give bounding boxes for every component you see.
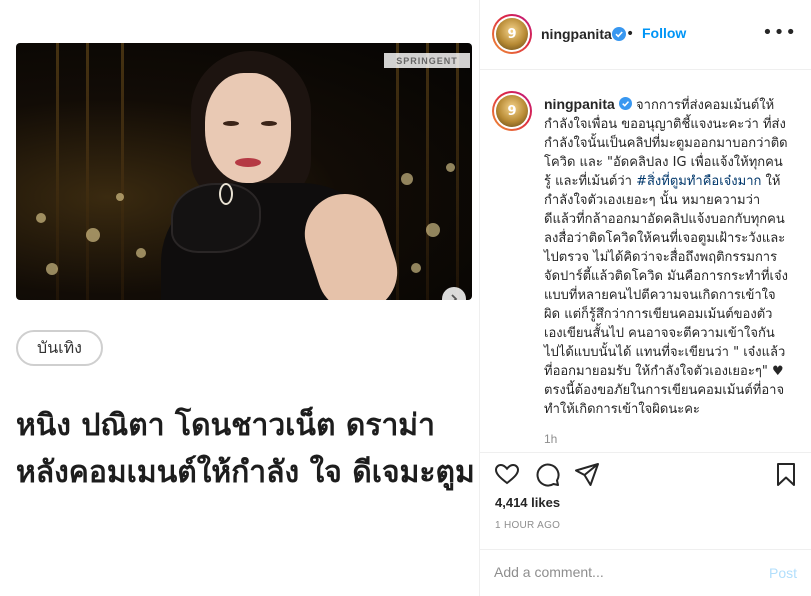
instagram-post-panel: 9 ningpanita • Follow ••• 9 ningpanita จ… bbox=[480, 0, 811, 596]
article-headline: หนิง ปณิตา โดนชาวเน็ต ดราม่า หลังคอมเมนต… bbox=[16, 408, 475, 490]
portrait-figure bbox=[161, 43, 408, 300]
follow-button[interactable]: Follow bbox=[642, 25, 686, 41]
heart-icon[interactable] bbox=[493, 460, 521, 488]
category-tag[interactable]: บันเทิง bbox=[16, 330, 103, 366]
separator-dot: • bbox=[626, 26, 635, 42]
caption-username[interactable]: ningpanita bbox=[544, 96, 615, 112]
brand-watermark: SPRINGENT bbox=[384, 53, 470, 68]
likes-count[interactable]: 4,414 likes bbox=[495, 495, 560, 510]
share-icon[interactable] bbox=[573, 460, 601, 488]
comment-icon[interactable] bbox=[533, 460, 561, 488]
caption-age: 1h bbox=[544, 432, 558, 446]
caption-avatar[interactable]: 9 bbox=[492, 91, 532, 131]
article-panel: SPRINGENT บันเทิง หนิง ปณิตา โดนชาวเน็ต … bbox=[0, 0, 480, 596]
hashtag-link[interactable]: #สิ่งที่ตูมทำคือเจ๋งมาก bbox=[636, 174, 761, 189]
comment-input[interactable] bbox=[494, 564, 744, 580]
post-actions bbox=[480, 454, 811, 494]
caption-scroll-area[interactable]: 9 ningpanita จากการที่ส่งคอมเม้นต์ให้กำล… bbox=[480, 71, 811, 453]
bookmark-icon[interactable] bbox=[772, 460, 800, 488]
more-horizontal-icon[interactable]: ••• bbox=[762, 24, 797, 42]
post-button[interactable]: Post bbox=[769, 565, 797, 581]
chevron-right-icon bbox=[451, 294, 458, 300]
add-comment-bar: Post bbox=[480, 549, 811, 596]
verified-badge-icon bbox=[618, 97, 632, 110]
article-photo: SPRINGENT bbox=[16, 43, 472, 300]
caption-text-2: ให้กำลังใจตัวเองเยอะๆ นั้น หมายความว่า ด… bbox=[544, 174, 788, 417]
avatar[interactable]: 9 bbox=[492, 14, 532, 54]
header-username[interactable]: ningpanita bbox=[541, 26, 612, 42]
post-caption: ningpanita จากการที่ส่งคอมเม้นต์ให้กำลัง… bbox=[544, 95, 788, 419]
post-header: 9 ningpanita • Follow ••• bbox=[480, 0, 811, 70]
post-timestamp: 1 HOUR AGO bbox=[495, 520, 561, 531]
verified-badge-icon bbox=[612, 27, 626, 41]
